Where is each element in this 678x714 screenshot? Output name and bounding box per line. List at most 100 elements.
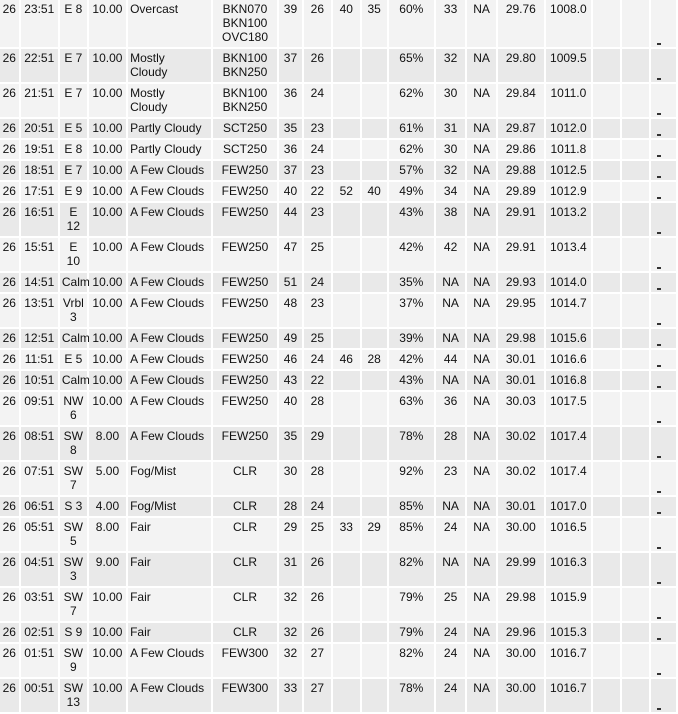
cell-dew: 28 [303, 392, 331, 425]
cell-date: 26 [0, 119, 19, 138]
cell-precip [651, 329, 676, 348]
cell-dew: 26 [303, 49, 331, 82]
cell-weather: Fair [128, 553, 211, 586]
cell-precip [622, 518, 649, 551]
cell-wind: SW 7 [59, 462, 87, 495]
sky-layer: FEW250 [221, 205, 269, 219]
cell-min6 [361, 119, 387, 138]
cell-rh: 82% [388, 644, 435, 677]
cell-precip [622, 161, 649, 180]
table-row: 26 05:51 SW 5 8.00 Fair CLR 29 25 33 29 85% 24 NA 30.… [0, 518, 676, 551]
cell-temp: 37 [279, 161, 302, 180]
cell-heatindex: NA [467, 140, 497, 159]
cell-precip [622, 0, 649, 47]
cell-min6 [361, 84, 387, 117]
cell-temp: 32 [279, 644, 302, 677]
cell-dew: 28 [303, 462, 331, 495]
cell-precip [593, 623, 621, 642]
cell-temp: 47 [279, 238, 302, 271]
cell-precip [622, 392, 649, 425]
table-body: 26 23:51 E 8 10.00 Overcast BKN070 BKN100 OVC18… [0, 0, 676, 712]
cell-precip [593, 182, 621, 201]
cell-rh: 85% [388, 497, 435, 516]
cell-date: 26 [0, 329, 19, 348]
cell-windchill: 36 [436, 392, 466, 425]
row-marker-icon [657, 547, 661, 549]
cell-rh: 62% [388, 140, 435, 159]
cell-temp: 40 [279, 392, 302, 425]
cell-min6 [361, 427, 387, 460]
cell-rh: 62% [388, 84, 435, 117]
table-row: 26 17:51 E 9 10.00 A Few Clouds FEW250 40 22 52 4… [0, 182, 676, 201]
cell-rh: 61% [388, 119, 435, 138]
cell-date: 26 [0, 273, 19, 292]
cell-sky: FEW300 [212, 679, 278, 712]
table-row: 26 09:51 NW 6 10.00 A Few Clouds FEW250 40 28 63… [0, 392, 676, 425]
cell-heatindex: NA [467, 623, 497, 642]
cell-weather: Fog/Mist [128, 462, 211, 495]
wind-value: Calm [61, 331, 90, 345]
cell-wind: Calm [59, 329, 90, 348]
cell-weather: A Few Clouds [128, 679, 211, 712]
cell-wind: E 5 [59, 350, 87, 369]
table-row: 26 10:51 Calm 10.00 A Few Clouds FEW250 43 22 43… [0, 371, 676, 390]
cell-slp: 1016.7 [545, 644, 592, 677]
cell-dew: 24 [303, 273, 331, 292]
cell-temp: 35 [279, 427, 302, 460]
cell-dew: 24 [303, 140, 331, 159]
table-row: 26 16:51 E 12 10.00 A Few Clouds FEW250 44 23 43… [0, 203, 676, 236]
cell-windchill: 32 [436, 49, 466, 82]
sky-layer: BKN070 [222, 2, 268, 16]
table-row: 26 19:51 E 8 10.00 Partly Cloudy SCT250 36 24 62… [0, 140, 676, 159]
cell-vis: 5.00 [88, 462, 127, 495]
cell-precip [593, 497, 621, 516]
sky-layer: BKN100 [222, 51, 268, 65]
cell-max6 [332, 679, 360, 712]
cell-time: 21:51 [20, 84, 58, 117]
cell-slp: 1017.4 [545, 427, 592, 460]
cell-sky: CLR [212, 518, 278, 551]
wind-value: SW 7 [63, 464, 84, 492]
cell-wind: S 3 [59, 497, 87, 516]
cell-heatindex: NA [467, 0, 497, 47]
sky-layer: FEW250 [221, 429, 269, 443]
cell-sky: FEW250 [212, 329, 278, 348]
cell-temp: 31 [279, 553, 302, 586]
cell-max6 [332, 588, 360, 621]
cell-sky: FEW250 [212, 392, 278, 425]
cell-precip [593, 161, 621, 180]
cell-windchill: 25 [436, 588, 466, 621]
cell-wind: E 8 [59, 140, 87, 159]
table-row: 26 11:51 E 5 10.00 A Few Clouds FEW250 46 24 46 2… [0, 350, 676, 369]
cell-precip [593, 140, 621, 159]
row-marker-icon [657, 386, 661, 388]
cell-precip [593, 203, 621, 236]
sky-layer: FEW300 [221, 646, 269, 660]
cell-vis: 10.00 [88, 0, 127, 47]
cell-windchill: NA [436, 553, 466, 586]
row-marker-icon [657, 323, 661, 325]
table-row: 26 02:51 S 9 10.00 Fair CLR 32 26 79% 24 NA 29.96 10… [0, 623, 676, 642]
cell-dew: 23 [303, 294, 331, 327]
cell-rh: 63% [388, 392, 435, 425]
wind-value: E 5 [64, 121, 83, 135]
cell-time: 05:51 [20, 518, 58, 551]
cell-max6 [332, 329, 360, 348]
table-row: 26 06:51 S 3 4.00 Fog/Mist CLR 28 24 85% NA NA 30.0… [0, 497, 676, 516]
cell-date: 26 [0, 679, 19, 712]
cell-precip [593, 392, 621, 425]
cell-precip [651, 273, 676, 292]
cell-temp: 32 [279, 623, 302, 642]
cell-precip [651, 49, 676, 82]
row-marker-icon [657, 197, 661, 199]
cell-precip [622, 679, 649, 712]
cell-date: 26 [0, 462, 19, 495]
cell-max6 [332, 119, 360, 138]
cell-vis: 10.00 [88, 350, 127, 369]
sky-layer: SCT250 [222, 121, 268, 135]
cell-altimeter: 29.76 [498, 0, 544, 47]
cell-windchill: NA [436, 273, 466, 292]
cell-slp: 1017.5 [545, 392, 592, 425]
row-marker-icon [657, 512, 661, 514]
cell-precip [622, 350, 649, 369]
